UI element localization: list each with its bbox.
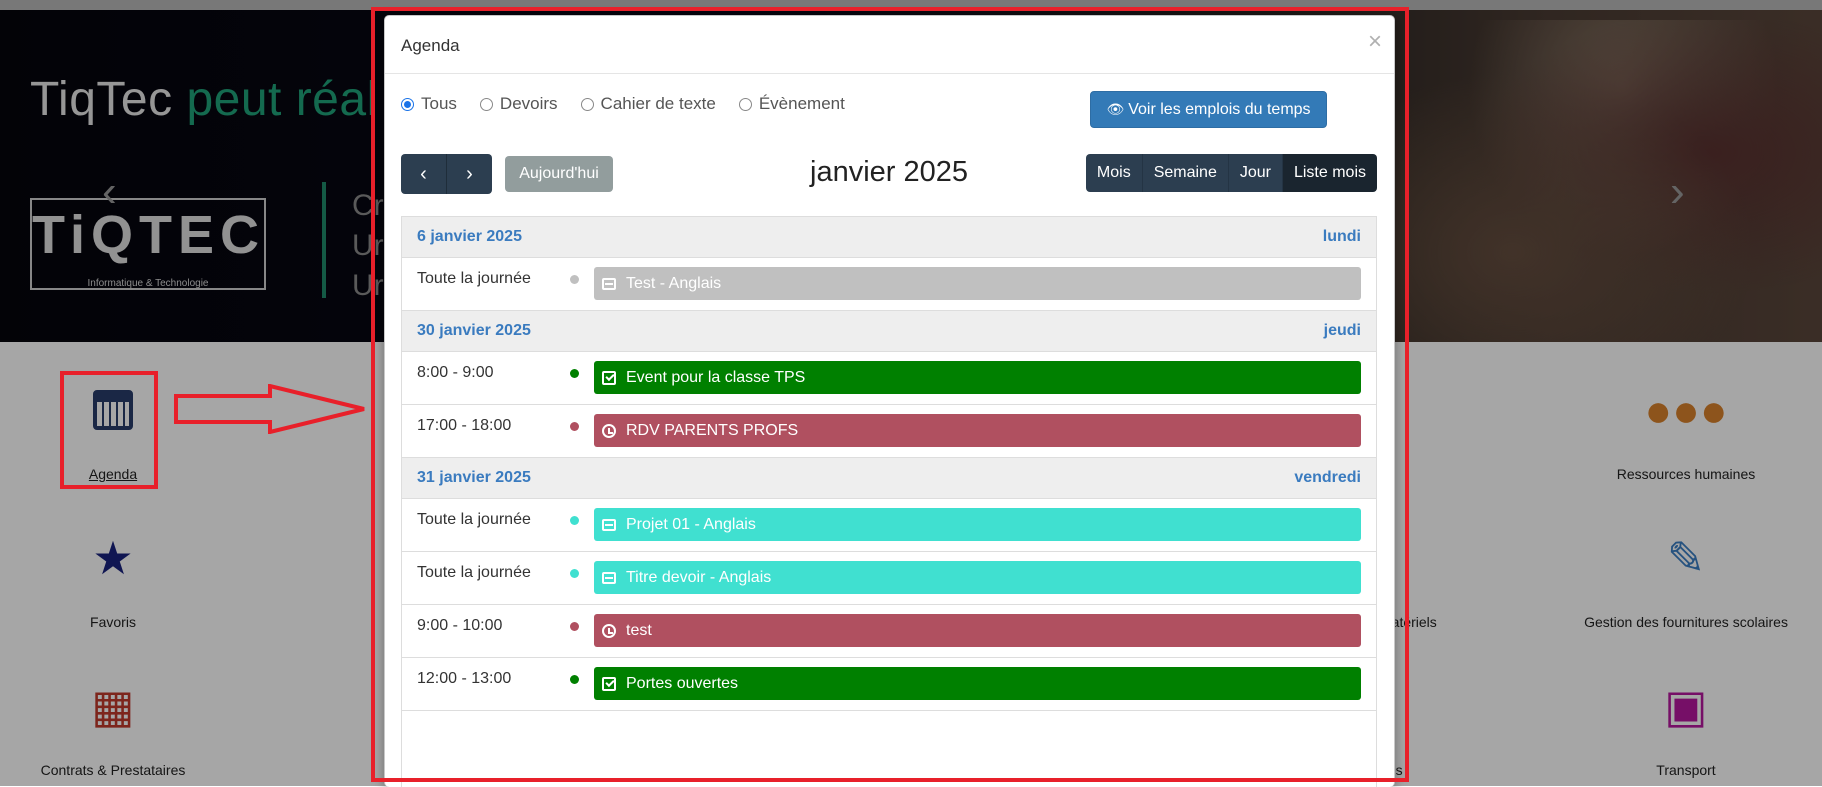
annotation-box-modal <box>371 7 1409 782</box>
annotation-box-agenda <box>60 371 158 489</box>
annotation-arrow-icon <box>174 384 365 434</box>
